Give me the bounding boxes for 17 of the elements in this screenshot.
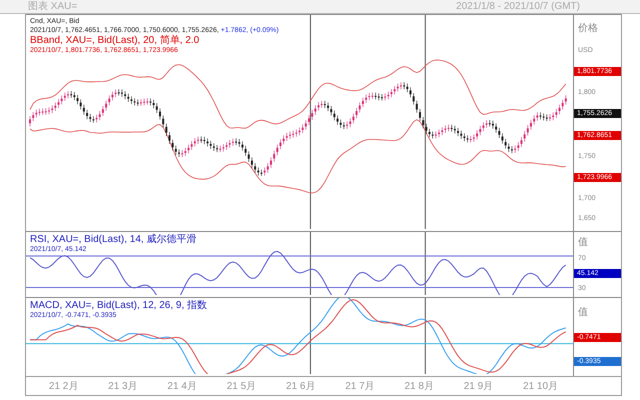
axis-label: 值 [577, 238, 589, 248]
legend-text: MACD, XAU=, Bid(Last), 12, 26, 9, 指数 [30, 300, 208, 311]
month-label: 21 5月 [226, 380, 256, 393]
month-label: 21 2月 [48, 380, 78, 393]
month-label: 21 10月 [523, 380, 558, 393]
month-label: 21 3月 [108, 380, 138, 393]
month-label: 21 9月 [464, 380, 494, 393]
date-range: 2021/1/8 - 2021/10/7 (GMT) [456, 0, 580, 12]
month-label: 21 8月 [404, 380, 434, 393]
month-label: 21 7月 [345, 380, 375, 393]
axis-label: 值 [577, 308, 589, 318]
month-label: 21 6月 [286, 380, 316, 393]
chart-title: 图表 XAU= [28, 0, 78, 12]
month-label: 21 4月 [167, 380, 197, 393]
axis-label: 价格 [577, 24, 599, 34]
legend-text: BBand, XAU=, Bid(Last), 20, 简单, 2.0 [30, 35, 200, 46]
legend-text: RSI, XAU=, Bid(Last), 14, 威尔德平滑 [30, 234, 196, 245]
